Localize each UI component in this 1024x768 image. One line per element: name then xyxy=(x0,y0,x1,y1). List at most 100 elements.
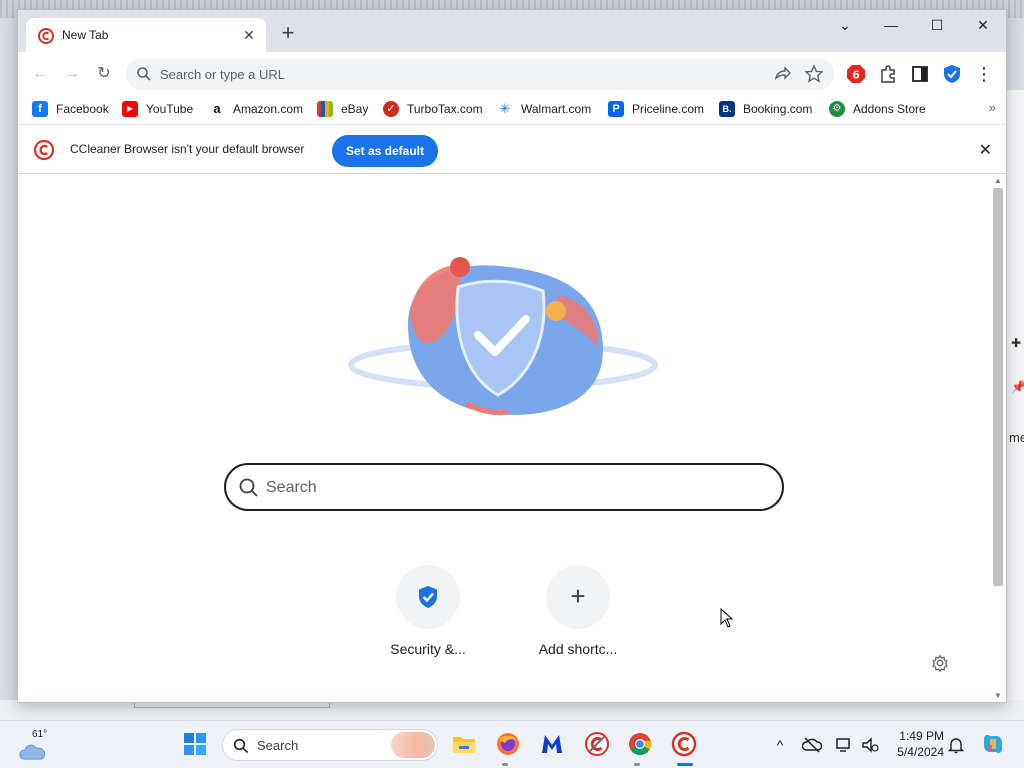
adblock-icon[interactable]: 6 xyxy=(846,64,866,84)
infobar-message: CCleaner Browser isn't your default brow… xyxy=(70,142,305,156)
bookmark-addons-store[interactable]: ⚙ Addons Store xyxy=(829,98,926,120)
file-explorer-icon[interactable] xyxy=(451,731,477,757)
plus-icon: + xyxy=(570,581,586,611)
bookmark-walmart[interactable]: ✳ Walmart.com xyxy=(497,98,591,120)
page-scrollbar[interactable]: ▲ ▼ xyxy=(992,176,1004,700)
addons-icon: ⚙ xyxy=(829,101,845,117)
chrome-icon[interactable] xyxy=(627,731,653,757)
windows-start-icon[interactable] xyxy=(183,732,207,756)
share-icon[interactable] xyxy=(772,64,792,84)
maximize-button[interactable]: ☐ xyxy=(914,10,960,40)
tab-strip: New Tab ✕ + ⌄ — ☐ ✕ xyxy=(18,10,1006,52)
amazon-icon: a xyxy=(209,101,225,117)
tab-new-tab[interactable]: New Tab ✕ xyxy=(26,18,266,52)
scrollbar-thumb[interactable] xyxy=(993,188,1003,586)
bookmark-priceline[interactable]: P Priceline.com xyxy=(608,98,704,120)
copilot-icon[interactable] xyxy=(980,731,1006,757)
ccleaner-icon xyxy=(38,28,54,44)
bookmark-label: Addons Store xyxy=(853,102,926,116)
running-app-indicator xyxy=(502,763,508,766)
gear-icon xyxy=(932,654,948,673)
system-clock[interactable]: 1:49 PM 5/4/2024 xyxy=(888,728,944,760)
infobar-close-icon[interactable]: ✕ xyxy=(979,140,992,160)
onedrive-icon[interactable] xyxy=(802,735,822,755)
shield-icon[interactable] xyxy=(942,64,962,84)
bookmark-youtube[interactable]: ▶ YouTube xyxy=(122,98,193,120)
shortcut-label: Security &... xyxy=(390,641,466,657)
ccleaner-icon xyxy=(34,140,54,160)
background-text: me xyxy=(1009,430,1024,445)
network-icon[interactable] xyxy=(834,735,854,755)
bookmarks-overflow-button[interactable]: » xyxy=(989,100,996,115)
malwarebytes-icon[interactable] xyxy=(539,731,565,757)
puzzle-icon: ✚ xyxy=(1011,336,1022,350)
security-hero-illustration xyxy=(348,257,658,416)
facebook-icon: f xyxy=(32,101,48,117)
shortcut-label: Add shortc... xyxy=(538,641,618,657)
notification-bell-icon[interactable] xyxy=(946,735,966,755)
new-tab-button[interactable]: + xyxy=(276,22,300,46)
shortcut-security[interactable]: Security &... xyxy=(368,565,488,665)
default-browser-infobar: CCleaner Browser isn't your default brow… xyxy=(18,124,1006,174)
search-highlight-image xyxy=(391,732,435,758)
firefox-icon[interactable] xyxy=(495,731,521,757)
bookmark-amazon[interactable]: a Amazon.com xyxy=(209,98,303,120)
sidebar-icon[interactable] xyxy=(910,64,930,84)
tab-search-button[interactable]: ⌄ xyxy=(822,10,868,40)
menu-icon[interactable]: ⋮ xyxy=(972,62,996,86)
search-icon xyxy=(239,478,258,497)
bookmark-booking[interactable]: B. Booking.com xyxy=(719,98,812,120)
youtube-icon: ▶ xyxy=(122,101,138,117)
volume-muted-icon[interactable] xyxy=(860,735,880,755)
scroll-down-arrow[interactable]: ▼ xyxy=(994,691,1002,700)
toolbar: ← → ↻ 6 xyxy=(18,52,1006,96)
address-input[interactable] xyxy=(160,64,740,84)
ntp-search-box[interactable] xyxy=(224,463,784,511)
ccleaner-icon[interactable] xyxy=(584,731,610,757)
bookmark-facebook[interactable]: f Facebook xyxy=(32,98,109,120)
ebay-icon xyxy=(317,101,333,117)
running-app-indicator xyxy=(634,763,640,766)
taskbar: 61° Search ^ 1:49 PM 5/4/2024 xyxy=(0,720,1024,768)
shortcut-add[interactable]: + Add shortc... xyxy=(518,565,638,665)
bookmark-label: Walmart.com xyxy=(521,102,592,116)
shield-icon xyxy=(419,586,437,608)
tab-close-icon[interactable]: ✕ xyxy=(240,26,258,44)
tab-title: New Tab xyxy=(62,28,109,42)
pin-icon: 📌 xyxy=(1011,380,1024,394)
forward-button[interactable]: → xyxy=(60,62,84,86)
mouse-cursor-icon xyxy=(720,608,734,628)
taskbar-search-label: Search xyxy=(257,738,299,753)
bookmark-turbotax[interactable]: ✓ TurboTax.com xyxy=(383,98,483,120)
weather-temp: 61° xyxy=(32,729,48,740)
bookmark-label: Facebook xyxy=(56,102,109,116)
cloud-icon xyxy=(19,744,46,760)
set-as-default-button[interactable]: Set as default xyxy=(332,135,438,167)
taskbar-search[interactable]: Search xyxy=(222,729,438,761)
minimize-button[interactable]: — xyxy=(868,10,914,40)
clock-date: 5/4/2024 xyxy=(897,745,944,759)
new-tab-page: Security &... + Add shortc... xyxy=(18,175,1006,702)
active-app-indicator xyxy=(677,763,693,766)
bookmarks-bar: f Facebook ▶ YouTube a Amazon.com eBay ✓… xyxy=(18,96,1006,122)
puzzle-icon[interactable] xyxy=(878,64,898,84)
search-icon xyxy=(233,738,249,754)
scroll-up-arrow[interactable]: ▲ xyxy=(994,176,1002,185)
address-bar[interactable] xyxy=(126,58,834,90)
clock-time: 1:49 PM xyxy=(899,729,944,743)
ccleaner-browser-icon[interactable] xyxy=(671,731,697,757)
back-button[interactable]: ← xyxy=(28,62,52,86)
shortcut-tile: + xyxy=(546,565,610,629)
bookmark-label: Booking.com xyxy=(743,102,813,116)
bookmark-ebay[interactable]: eBay xyxy=(317,98,368,120)
customize-settings-button[interactable] xyxy=(926,649,954,677)
background-window-edge: ✚ 📌 me xyxy=(1006,90,1024,720)
star-icon[interactable] xyxy=(804,64,824,84)
tray-overflow-chevron[interactable]: ^ xyxy=(770,735,790,755)
priceline-icon: P xyxy=(608,101,624,117)
close-window-button[interactable]: ✕ xyxy=(960,10,1006,40)
ntp-search-input[interactable] xyxy=(266,476,746,500)
walmart-icon: ✳ xyxy=(497,101,513,117)
reload-button[interactable]: ↻ xyxy=(92,62,116,86)
weather-widget[interactable]: 61° xyxy=(18,729,48,763)
